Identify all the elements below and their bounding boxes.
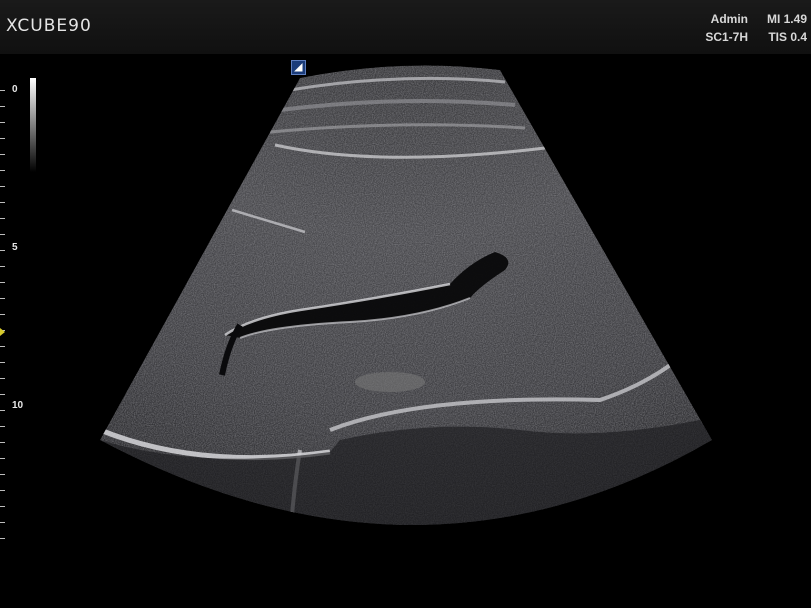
depth-tick bbox=[0, 218, 5, 219]
depth-tick bbox=[0, 186, 5, 187]
ultrasound-screen: XCUBE90 Admin SC1-7H MI 1.49 TIS 0.4 ◢ 0… bbox=[0, 0, 811, 608]
depth-scale bbox=[0, 80, 40, 540]
depth-tick bbox=[0, 298, 5, 299]
depth-tick bbox=[0, 426, 5, 427]
depth-label-10: 10 bbox=[12, 400, 24, 411]
depth-tick bbox=[0, 346, 5, 347]
ultrasound-image bbox=[100, 65, 712, 525]
depth-tick bbox=[0, 282, 5, 283]
depth-tick bbox=[0, 202, 5, 203]
depth-tick bbox=[0, 458, 5, 459]
depth-tick bbox=[0, 378, 5, 379]
depth-tick bbox=[0, 442, 5, 443]
depth-tick bbox=[0, 314, 5, 315]
depth-tick bbox=[0, 234, 5, 235]
depth-label-0: 0 bbox=[12, 84, 18, 95]
sector-field bbox=[100, 65, 712, 525]
depth-tick bbox=[0, 266, 5, 267]
depth-tick bbox=[0, 394, 5, 395]
depth-tick bbox=[0, 522, 5, 523]
depth-tick bbox=[0, 170, 5, 171]
depth-tick bbox=[0, 362, 5, 363]
depth-tick bbox=[0, 474, 5, 475]
depth-tick bbox=[0, 106, 5, 107]
depth-tick bbox=[0, 250, 5, 251]
depth-tick bbox=[0, 90, 5, 91]
depth-label-5: 5 bbox=[12, 242, 18, 253]
depth-tick bbox=[0, 410, 5, 411]
focus-marker-icon[interactable] bbox=[0, 328, 5, 336]
depth-tick bbox=[0, 538, 5, 539]
depth-tick bbox=[0, 122, 5, 123]
depth-tick bbox=[0, 154, 5, 155]
depth-tick bbox=[0, 506, 5, 507]
depth-tick bbox=[0, 490, 5, 491]
depth-tick bbox=[0, 138, 5, 139]
orientation-marker-icon: ◢ bbox=[291, 60, 306, 75]
